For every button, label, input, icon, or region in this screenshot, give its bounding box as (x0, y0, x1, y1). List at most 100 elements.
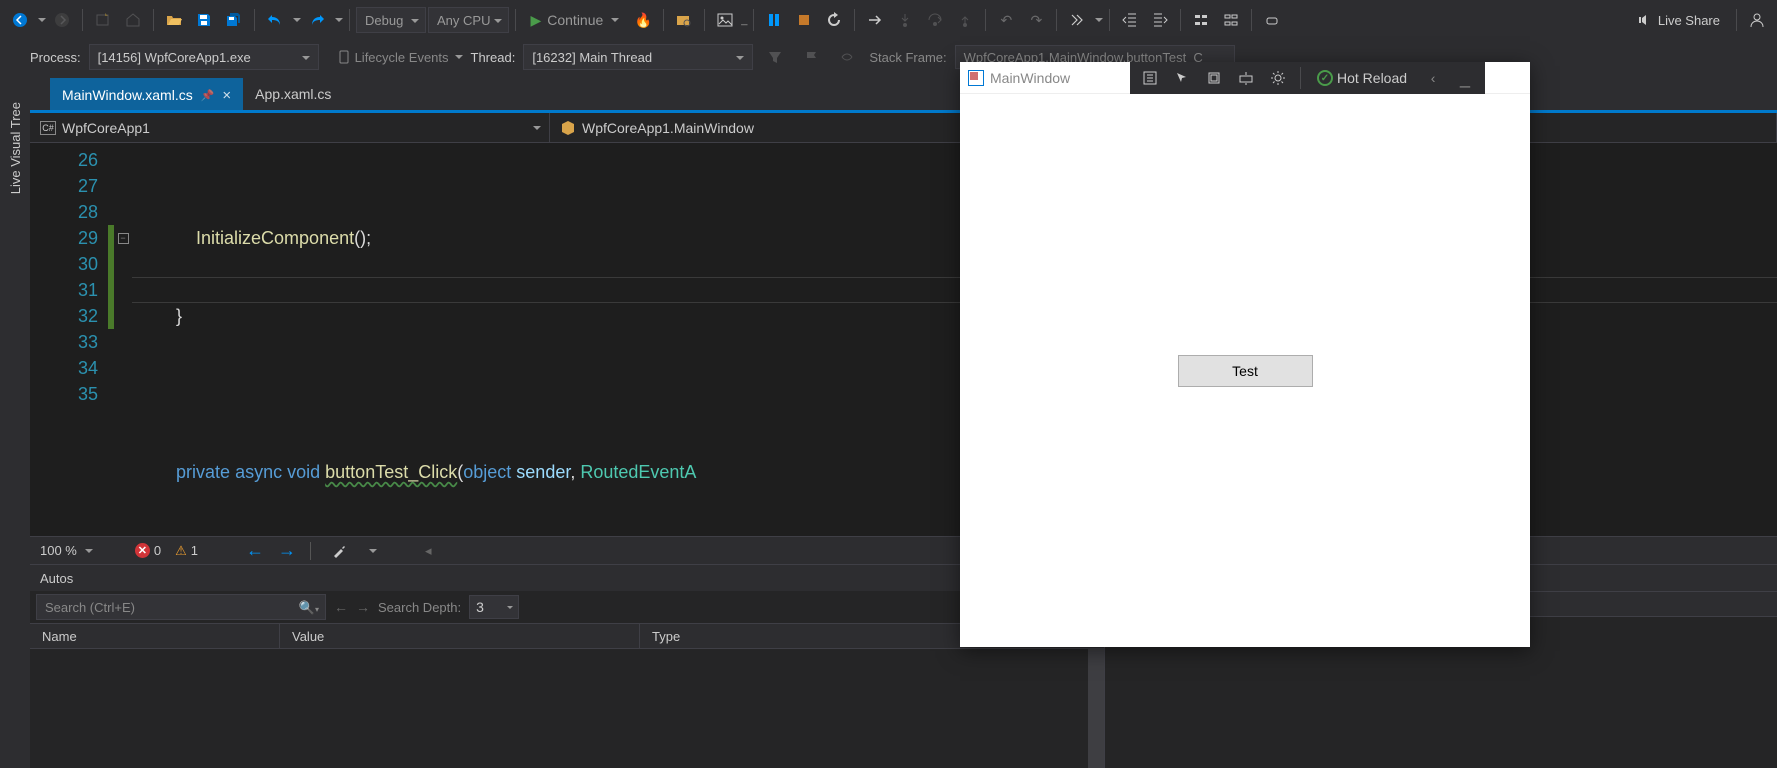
indent-less-icon[interactable] (1116, 6, 1144, 34)
zoom-dropdown[interactable]: 100 % (40, 543, 93, 558)
share-icon (1636, 12, 1652, 28)
pause-icon[interactable] (760, 6, 788, 34)
new-project-icon[interactable] (89, 6, 117, 34)
user-icon[interactable] (1743, 6, 1771, 34)
pin-icon[interactable]: 📌 (201, 89, 215, 102)
warning-icon: ⚠ (175, 543, 187, 559)
config-dropdown[interactable]: Debug (356, 7, 426, 33)
autos-columns: Name Value Type (30, 623, 1104, 649)
tab-mainwindow[interactable]: MainWindow.xaml.cs 📌 × (50, 78, 243, 110)
search-icon[interactable]: 🔍▾ (299, 600, 319, 616)
folder-search-icon[interactable] (670, 6, 698, 34)
app-icon (968, 70, 984, 86)
error-count[interactable]: ✕0 (135, 543, 161, 558)
xaml-debug-toolbar[interactable]: ✓ Hot Reload ‹ _ (1130, 62, 1485, 94)
stack-frame-label: Stack Frame: (869, 50, 946, 65)
scroll-left-icon[interactable]: ◂ (425, 543, 432, 559)
live-share-button[interactable]: Live Share (1626, 12, 1730, 28)
collapse-icon[interactable]: ‹ (1419, 65, 1447, 91)
filter-icon[interactable] (761, 43, 789, 71)
search-next-icon[interactable]: → (356, 599, 370, 615)
test-button[interactable]: Test (1178, 355, 1313, 387)
breadcrumb-project[interactable]: C# WpfCoreApp1 (30, 113, 550, 142)
autos-body[interactable] (30, 649, 1104, 768)
col-value[interactable]: Value (280, 624, 640, 648)
code-content[interactable]: InitializeComponent(); } private async v… (132, 143, 1777, 536)
hot-reload-status[interactable]: ✓ Hot Reload (1309, 70, 1415, 86)
save-icon[interactable] (190, 6, 218, 34)
nav-prev-icon[interactable]: ← (246, 540, 264, 561)
csharp-icon: C# (40, 121, 56, 135)
line-numbers: 26 27 28 29 30 31 32 33 34 35 (30, 143, 108, 536)
dropdown-caret-icon[interactable] (293, 18, 301, 26)
minimize-icon[interactable]: _ (1451, 65, 1479, 91)
step-out-icon[interactable] (951, 6, 979, 34)
undo-icon[interactable] (261, 6, 289, 34)
step-into-icon[interactable] (891, 6, 919, 34)
open-file-icon[interactable] (160, 6, 188, 34)
close-icon[interactable]: × (222, 87, 231, 104)
class-icon (560, 120, 576, 136)
threads-icon[interactable] (833, 43, 861, 71)
uncomment-icon[interactable] (1217, 6, 1245, 34)
app-client-area[interactable]: Test (960, 94, 1530, 647)
redo-icon[interactable] (303, 6, 331, 34)
dropdown-caret-icon[interactable] (38, 18, 46, 26)
fold-column: − (114, 143, 132, 536)
indent-more-icon[interactable] (1146, 6, 1174, 34)
image-icon[interactable] (711, 6, 739, 34)
stop-icon[interactable] (790, 6, 818, 34)
thread-label: Thread: (471, 50, 516, 65)
process-label: Process: (30, 50, 81, 65)
dropdown-caret-icon[interactable] (1095, 18, 1103, 26)
comment-icon[interactable] (1187, 6, 1215, 34)
brush-icon[interactable] (325, 537, 353, 565)
tab-appxaml[interactable]: App.xaml.cs (243, 78, 343, 110)
running-app-window[interactable]: MainWindow Test (960, 62, 1530, 647)
intellicode-icon[interactable] (1063, 6, 1091, 34)
phone-icon (337, 50, 351, 64)
autos-panel: Autos ▾ 📍 ✕ Search (Ctrl+E) 🔍▾ ← → Searc… (30, 564, 1105, 768)
dropdown-caret-icon[interactable] (611, 18, 619, 26)
dropdown-caret-icon[interactable] (335, 18, 343, 26)
save-all-icon[interactable] (220, 6, 248, 34)
select-element-icon[interactable] (1168, 65, 1196, 91)
goto-live-tree-icon[interactable] (1136, 65, 1164, 91)
undo2-icon: ↶ (992, 6, 1020, 34)
play-icon: ▶ (530, 12, 541, 29)
autos-search-input[interactable]: Search (Ctrl+E) 🔍▾ (36, 594, 326, 620)
continue-label: Continue (547, 12, 603, 28)
platform-dropdown[interactable]: Any CPU (428, 7, 509, 33)
nav-next-icon[interactable]: → (278, 540, 296, 561)
bookmark-icon[interactable] (1258, 6, 1286, 34)
col-name[interactable]: Name (30, 624, 280, 648)
process-dropdown[interactable]: [14156] WpfCoreApp1.exe (89, 44, 319, 70)
app-title: MainWindow (990, 70, 1070, 86)
search-depth-label: Search Depth: (378, 600, 461, 615)
lifecycle-events-button[interactable]: Lifecycle Events (337, 50, 463, 65)
live-visual-tree-tab[interactable]: Live Visual Tree (8, 94, 23, 202)
flag-icon[interactable] (797, 43, 825, 71)
step-over-icon[interactable] (921, 6, 949, 34)
left-tool-rail: Live Visual Tree (0, 74, 30, 594)
warning-count[interactable]: ⚠1 (175, 543, 198, 559)
error-icon: ✕ (135, 543, 150, 558)
settings-icon[interactable] (1264, 65, 1292, 91)
continue-button[interactable]: ▶ Continue (522, 6, 627, 34)
nav-forward-icon (48, 6, 76, 34)
show-next-icon[interactable] (861, 6, 889, 34)
fold-toggle[interactable]: − (118, 233, 129, 244)
search-depth-input[interactable]: 3 (469, 595, 519, 619)
thread-dropdown[interactable]: [16232] Main Thread (523, 44, 753, 70)
main-toolbar: Debug Any CPU ▶ Continue 🔥 _ ↶ ↷ Live Sh… (0, 0, 1777, 40)
track-focus-icon[interactable] (1232, 65, 1260, 91)
hot-reload-icon[interactable]: 🔥 (629, 6, 657, 34)
home-icon[interactable] (119, 6, 147, 34)
autos-title: Autos (40, 571, 73, 586)
restart-icon[interactable] (820, 6, 848, 34)
search-prev-icon[interactable]: ← (334, 599, 348, 615)
scrollbar[interactable] (1088, 649, 1104, 768)
layout-adorners-icon[interactable] (1200, 65, 1228, 91)
nav-back-icon[interactable] (6, 6, 34, 34)
redo2-icon: ↷ (1022, 6, 1050, 34)
